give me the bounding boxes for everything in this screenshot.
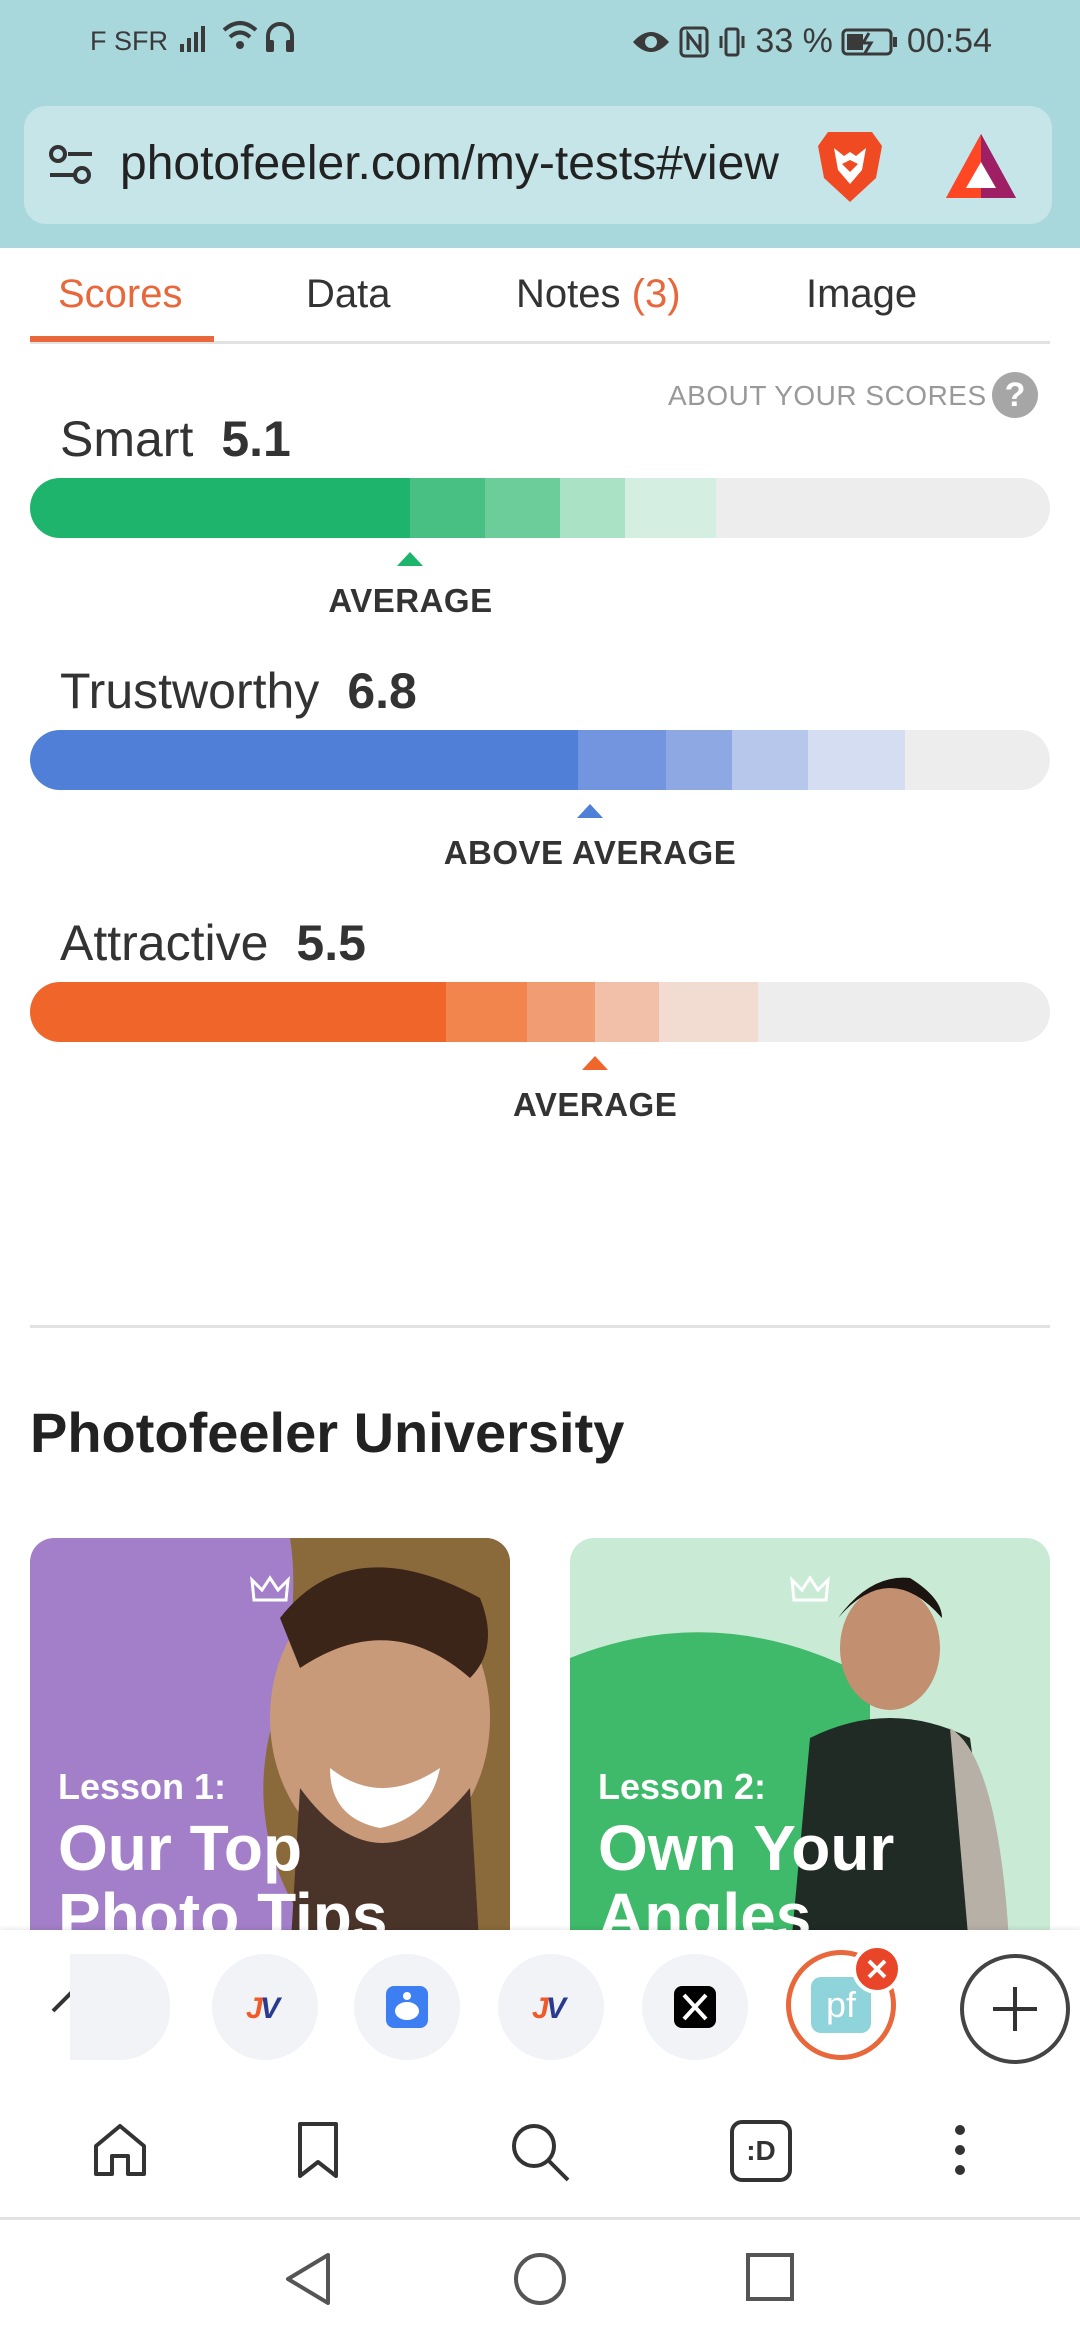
- score-band: [666, 730, 732, 790]
- notes-count-badge: (3): [631, 272, 681, 316]
- tabs-icon[interactable]: :D: [730, 2120, 792, 2182]
- svg-text:V: V: [260, 1992, 283, 2025]
- score-verdict: ABOVE AVERAGE: [443, 834, 737, 871]
- score-label: Attractive 5.5: [60, 914, 366, 972]
- crown-icon: [790, 1575, 830, 1602]
- crown-icon: [250, 1575, 290, 1602]
- signal-icon: [180, 26, 205, 52]
- x-tab[interactable]: [642, 1954, 748, 2060]
- score-band: [595, 982, 660, 1042]
- score-band: [526, 982, 596, 1042]
- score-value: 6.8: [347, 663, 417, 719]
- jv-icon: J V: [246, 1992, 283, 2025]
- university-title: Photofeeler University: [30, 1401, 625, 1464]
- score-band: [808, 730, 906, 790]
- brave-lion-icon[interactable]: [814, 126, 886, 206]
- score-band: [484, 478, 561, 538]
- tab-scores[interactable]: Scores: [58, 272, 183, 317]
- eye-icon: [633, 31, 670, 52]
- carrier-label: F SFR: [90, 26, 168, 56]
- lesson-number: Lesson 1:: [58, 1766, 227, 1807]
- lesson-number: Lesson 2:: [598, 1766, 767, 1807]
- browser-toolbar: :D: [0, 2080, 1080, 2220]
- score-bar: [30, 730, 1050, 790]
- search-icon[interactable]: [508, 2120, 572, 2184]
- score-value: 5.5: [296, 915, 366, 971]
- home-circle-icon[interactable]: [512, 2251, 568, 2307]
- score-band: [659, 982, 759, 1042]
- score-band: [624, 478, 717, 538]
- tab-notes[interactable]: Notes (3): [516, 272, 681, 317]
- tab-strip: J V J V pf: [0, 1930, 1080, 2080]
- score-band: [560, 478, 625, 538]
- jv-tab[interactable]: J V: [212, 1954, 318, 2060]
- tab-image[interactable]: Image: [806, 272, 917, 317]
- score-value: 5.1: [221, 411, 291, 467]
- recents-icon[interactable]: [744, 2251, 796, 2303]
- wifi-icon: [222, 21, 258, 49]
- score-label: Trustworthy 6.8: [60, 662, 417, 720]
- x-icon: [674, 1986, 716, 2028]
- url-text[interactable]: photofeeler.com/my-tests#view: [120, 136, 810, 191]
- section-divider: [30, 1325, 1050, 1328]
- active-tab-indicator: [30, 336, 214, 342]
- vibrate-icon: [719, 27, 745, 56]
- clock: 00:54: [906, 22, 992, 60]
- score-band: [731, 730, 809, 790]
- close-tab-icon[interactable]: [852, 1944, 902, 1994]
- score-name: Attractive: [60, 915, 269, 971]
- results-tabs: Scores Data Notes (3) Image: [30, 248, 1050, 344]
- score-band: [30, 478, 411, 538]
- score-name: Smart: [60, 411, 194, 467]
- about-scores-link[interactable]: ABOUT YOUR SCORES: [668, 380, 987, 412]
- status-bar: F SFR 33 % 00:54: [0, 18, 1080, 66]
- site-settings-icon[interactable]: [48, 144, 94, 186]
- score-marker: [397, 552, 424, 566]
- more-icon[interactable]: [948, 2120, 972, 2180]
- battery-percent: 33 %: [755, 22, 833, 60]
- score-label: Smart 5.1: [60, 410, 291, 468]
- score-name: Trustworthy: [60, 663, 320, 719]
- score-band: [410, 478, 485, 538]
- score-marker: [582, 1056, 609, 1070]
- jv-tab-2[interactable]: J V: [498, 1954, 604, 2060]
- lesson-card-2[interactable]: Lesson 2: Own Your Angles: [570, 1538, 1050, 1958]
- score-verdict: AVERAGE: [328, 582, 493, 619]
- tab-notes-label: Notes: [516, 272, 621, 316]
- bat-triangle-icon[interactable]: [944, 132, 1018, 200]
- score-band: [577, 730, 667, 790]
- score-band: [30, 730, 578, 790]
- score-verdict: AVERAGE: [512, 1086, 678, 1123]
- reddit-tab[interactable]: [354, 1954, 460, 2060]
- nfc-icon: [679, 26, 709, 57]
- tab-data[interactable]: Data: [306, 272, 391, 317]
- reddit-icon: [386, 1986, 428, 2028]
- bookmark-icon[interactable]: [296, 2120, 340, 2180]
- jv-icon: J V: [532, 1992, 569, 2025]
- score-band: [30, 982, 447, 1042]
- score-marker: [576, 804, 603, 818]
- score-band: [446, 982, 527, 1042]
- score-bar: [30, 478, 1050, 538]
- status-right: 33 % 00:54: [631, 22, 992, 61]
- partial-tab-chip[interactable]: [70, 1954, 170, 2060]
- new-tab-button[interactable]: [960, 1954, 1070, 2064]
- back-icon[interactable]: [282, 2251, 334, 2307]
- help-icon[interactable]: ?: [992, 372, 1038, 418]
- plus-icon: [993, 1987, 1037, 2031]
- browser-header: F SFR 33 % 00:54 photofeeler.com/my-test…: [0, 0, 1080, 248]
- headset-icon: [266, 22, 294, 52]
- home-icon[interactable]: [90, 2120, 150, 2180]
- lesson-card-1[interactable]: Lesson 1: Our Top Photo Tips: [30, 1538, 510, 1958]
- battery-icon: [841, 28, 897, 55]
- system-nav-bar: [0, 2223, 1080, 2340]
- score-bar: [30, 982, 1050, 1042]
- svg-text:V: V: [546, 1992, 569, 2025]
- url-bar[interactable]: photofeeler.com/my-tests#view: [24, 106, 1052, 224]
